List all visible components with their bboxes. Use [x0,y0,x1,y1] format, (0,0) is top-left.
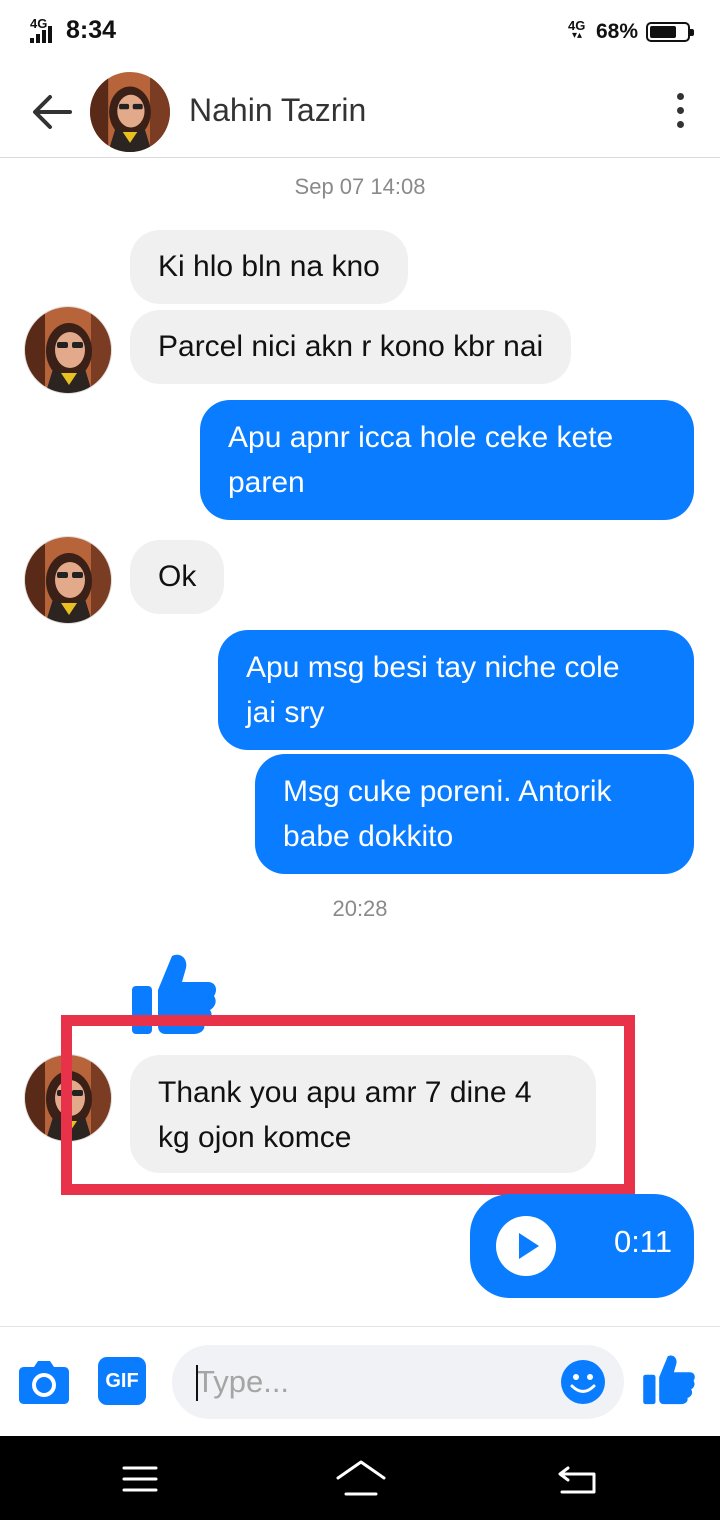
battery-icon [646,22,694,42]
voice-message[interactable]: 0:11 [470,1194,694,1298]
incoming-message[interactable]: Ok [130,540,225,614]
chat-header: Nahin Tazrin [0,64,720,158]
message-text-line: Apu apnr icca hole ceke kete [228,421,614,454]
message-text: Parcel nici akn r kono kbr nai [158,330,544,363]
message-text: Ki hlo bln na kno [158,250,380,283]
timestamp: Sep 07 14:08 [294,174,426,199]
sender-avatar[interactable] [24,536,112,624]
back-icon[interactable] [556,1462,598,1496]
outgoing-message[interactable]: Msg cuke poreni. Antorik babe dokkito [255,754,694,874]
camera-icon[interactable] [18,1357,70,1405]
gif-button[interactable]: GIF [98,1357,146,1405]
thumbs-up-icon[interactable] [642,1351,696,1407]
contact-name[interactable]: Nahin Tazrin [189,92,366,129]
message-input-container[interactable] [172,1345,624,1419]
incoming-message[interactable]: Parcel nici akn r kono kbr nai [130,310,572,384]
text-caret [196,1365,198,1401]
clock: 8:34 [66,16,117,44]
battery-percent: 68% [595,20,638,43]
message-text-line: Apu msg besi tay niche cole [246,651,620,684]
data-network-icon: 4G ▾▴ [567,18,586,41]
arrow-left-icon [33,95,72,129]
signal-icon: 4G [30,17,60,45]
message-text-line: Msg cuke poreni. Antorik [283,775,612,808]
contact-avatar[interactable] [90,72,170,152]
menu-icon[interactable] [120,1464,160,1494]
sender-avatar[interactable] [24,306,112,394]
smiley-icon[interactable] [560,1359,606,1405]
outgoing-message[interactable]: Apu msg besi tay niche cole jai sry [218,630,694,750]
voice-duration: 0:11 [613,1224,672,1259]
status-right: 4G ▾▴ 68% [567,18,694,46]
timestamp: 20:28 [332,896,388,921]
message-text-line: paren [228,466,305,499]
status-bar: 4G 8:34 4G ▾▴ 68% [0,0,720,64]
play-icon[interactable] [496,1216,556,1276]
back-button[interactable] [28,88,76,136]
outgoing-message[interactable]: Apu apnr icca hole ceke kete paren [200,400,694,520]
status-left: 4G 8:34 [30,16,116,45]
message-text-line: babe dokkito [283,820,454,853]
message-text-line: jai sry [246,696,325,729]
more-vertical-icon[interactable] [662,86,698,134]
home-icon[interactable] [334,1458,388,1500]
highlight-annotation [61,1015,635,1195]
incoming-message[interactable]: Ki hlo bln na kno [130,230,408,304]
message-composer: GIF [0,1326,720,1436]
message-text: Ok [158,560,197,593]
message-input[interactable] [196,1361,556,1403]
system-nav-bar [0,1436,720,1520]
